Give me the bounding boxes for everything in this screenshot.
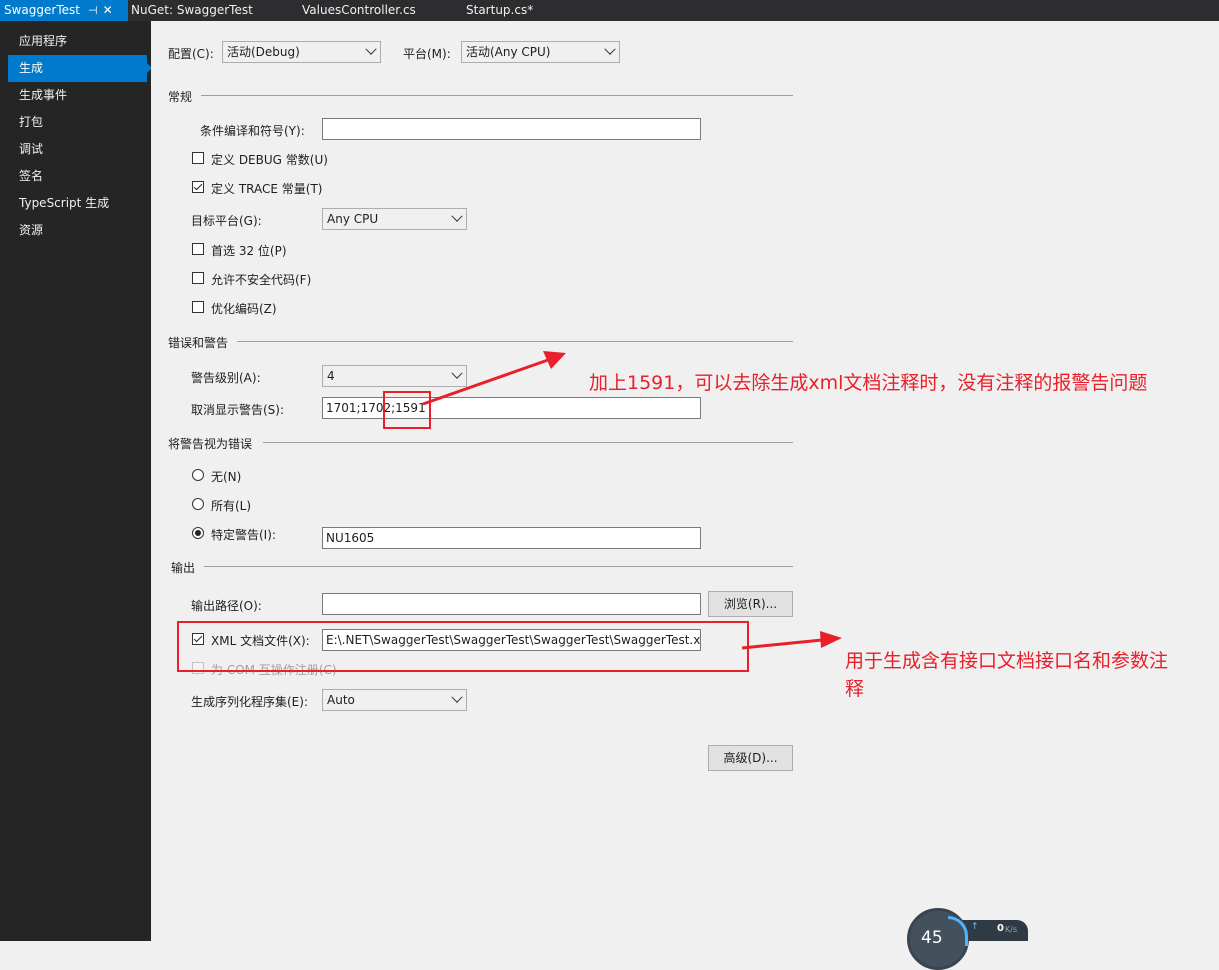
annotation-arrow-1 — [422, 358, 549, 406]
widget-value: 45 — [921, 928, 943, 948]
annotation-note-1591: 加上1591，可以去除生成xml文档注释时，没有注释的报警告问题 — [589, 372, 1148, 394]
widget-unit: K/s — [1005, 925, 1018, 934]
widget-body: 45 ↑ 0 K/s — [907, 908, 1028, 970]
network-speed-widget[interactable]: 45 ↑ 0 K/s — [907, 908, 1028, 970]
annotation-arrow-2 — [741, 638, 823, 650]
annotation-note-xml-line2: 释 — [845, 678, 865, 700]
annotation-note-xml-line1: 用于生成含有接口文档接口名和参数注 — [845, 650, 1169, 672]
upload-arrow-icon: ↑ — [971, 922, 979, 932]
arrow-head-2 — [820, 631, 842, 648]
widget-speed: 0 — [997, 923, 1004, 934]
annotation-arrows — [422, 351, 842, 650]
